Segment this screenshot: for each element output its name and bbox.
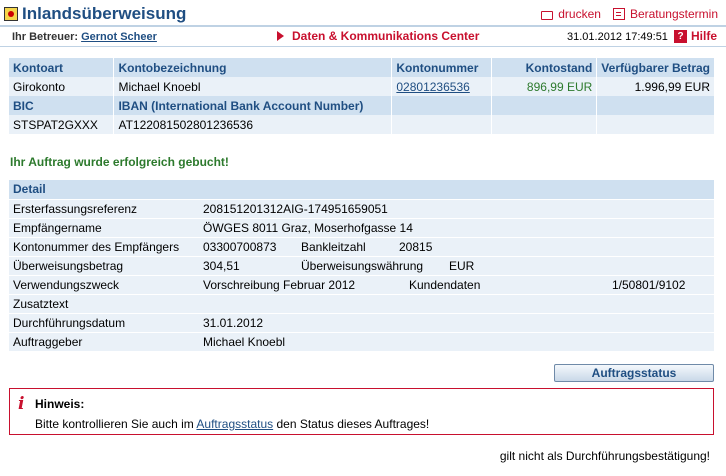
- table-row: Auftraggeber Michael Knoebl: [9, 332, 714, 351]
- cell-bic: STSPAT2GXXX: [9, 115, 114, 134]
- cell-iban: AT122081502801236536: [113, 115, 392, 134]
- advisor-label: Ihr Betreuer:: [12, 31, 79, 43]
- notice-text-after: den Status dieses Auftrages!: [276, 417, 430, 431]
- current-datetime: 31.01.2012 17:49:51: [567, 31, 668, 43]
- page-title: Inlandsüberweisung: [22, 4, 187, 23]
- order-status-link[interactable]: Auftragsstatus: [196, 417, 273, 431]
- footnote: gilt nicht als Durchführungsbestätigung!: [499, 449, 710, 463]
- detail-table: Detail Ersterfassungsreferenz 2081512013…: [9, 180, 714, 351]
- col-kontoart: Kontoart: [9, 58, 114, 77]
- col-verfuegbar: Verfügbarer Betrag: [596, 58, 714, 77]
- customer-label: Kundendaten: [409, 278, 481, 292]
- info-icon: i: [18, 394, 25, 414]
- table-row: Kontonummer des Empfängers 03300700873 B…: [9, 237, 714, 256]
- ref-label: Ersterfassungsreferenz: [13, 202, 138, 216]
- recipient-label: Empfängername: [13, 221, 102, 235]
- appointment-link[interactable]: Beratungstermin: [612, 7, 718, 21]
- table-row: Girokonto Michael Knoebl 02801236536 896…: [9, 77, 714, 96]
- notice-title: Hinweis:: [35, 397, 85, 411]
- blz-value: 20815: [399, 240, 433, 254]
- col-bic: BIC: [9, 96, 114, 115]
- cell-kontostand: 896,99 EUR: [491, 77, 597, 96]
- col-iban: IBAN (International Bank Account Number): [113, 96, 392, 115]
- col-kontostand: Kontostand: [491, 58, 597, 77]
- orderer-label: Auftraggeber: [13, 335, 83, 349]
- table-row: STSPAT2GXXX AT122081502801236536: [9, 115, 714, 134]
- accno-value: 03300700873: [203, 240, 277, 254]
- top-actions: drucken Beratungstermin: [541, 7, 718, 21]
- advisor-link[interactable]: Gernot Scheer: [81, 31, 157, 43]
- help-link[interactable]: ? Hilfe: [674, 29, 717, 43]
- amount-label: Überweisungsbetrag: [13, 259, 124, 273]
- table-row: Überweisungsbetrag 304,51 Überweisungswä…: [9, 256, 714, 275]
- cell-kontobezeichnung: Michael Knoebl: [113, 77, 392, 96]
- accno-label: Kontonummer des Empfängers: [13, 240, 180, 254]
- blz-label: Bankleitzahl: [301, 240, 366, 254]
- notice-text-before: Bitte kontrollieren Sie auch im: [35, 417, 194, 431]
- currency-value: EUR: [449, 259, 475, 273]
- notice-text: Bitte kontrollieren Sie auch im Auftrags…: [35, 417, 429, 431]
- advisor: Ihr Betreuer: Gernot Scheer: [12, 31, 157, 43]
- recipient-value: ÖWGES 8011 Graz, Moserhofgasse 14: [203, 221, 413, 235]
- amount-value: 304,51: [203, 259, 240, 273]
- date-value: 31.01.2012: [203, 316, 264, 330]
- date-label: Durchführungsdatum: [13, 316, 126, 330]
- table-row: Durchführungsdatum 31.01.2012: [9, 313, 714, 332]
- currency-label: Überweisungswährung: [301, 259, 424, 273]
- document-icon: [612, 8, 625, 20]
- printer-icon: [541, 10, 554, 20]
- appointment-label: Beratungstermin: [629, 7, 718, 21]
- col-kontobezeichnung: Kontobezeichnung: [113, 58, 392, 77]
- info-bar: Ihr Betreuer: Gernot Scheer Daten & Komm…: [0, 27, 726, 47]
- purpose-value: Vorschreibung Februar 2012: [203, 278, 356, 292]
- communication-center-label: Daten & Kommunikations Center: [292, 29, 480, 43]
- table-row: Empfängername ÖWGES 8011 Graz, Moserhofg…: [9, 218, 714, 237]
- col-kontonummer: Kontonummer: [391, 58, 492, 77]
- notice-box: i Hinweis: Bitte kontrollieren Sie auch …: [9, 388, 714, 435]
- print-link[interactable]: drucken: [541, 7, 601, 21]
- communication-center-link[interactable]: Daten & Kommunikations Center: [277, 29, 479, 43]
- purpose-label: Verwendungszweck: [13, 278, 120, 292]
- account-number-link[interactable]: 02801236536: [396, 80, 469, 94]
- print-label: drucken: [558, 7, 601, 21]
- cell-verfuegbar: 1.996,99 EUR: [596, 77, 714, 96]
- app-icon: [4, 7, 18, 21]
- cell-kontoart: Girokonto: [9, 77, 114, 96]
- table-row: Verwendungszweck Vorschreibung Februar 2…: [9, 275, 714, 294]
- arrow-right-icon: [277, 31, 284, 41]
- table-row: Ersterfassungsreferenz 208151201312AIG-1…: [9, 199, 714, 218]
- account-table: Kontoart Kontobezeichnung Kontonummer Ko…: [9, 58, 714, 134]
- table-row: Zusatztext: [9, 294, 714, 313]
- help-label: Hilfe: [691, 29, 718, 43]
- orderer-value: Michael Knoebl: [203, 335, 286, 349]
- extra-label: Zusatztext: [13, 297, 69, 311]
- order-status-button[interactable]: Auftragsstatus: [554, 364, 714, 382]
- customer-value: 1/50801/9102: [612, 278, 686, 292]
- success-message: Ihr Auftrag wurde erfolgreich gebucht!: [10, 155, 229, 169]
- ref-value: 208151201312AIG-174951659051: [203, 202, 388, 216]
- transfer-confirmation-page: Inlandsüberweisung drucken Beratungsterm…: [0, 0, 726, 476]
- help-icon: ?: [674, 29, 687, 43]
- title-bar: Inlandsüberweisung drucken Beratungsterm…: [0, 0, 726, 27]
- detail-header: Detail: [9, 180, 714, 199]
